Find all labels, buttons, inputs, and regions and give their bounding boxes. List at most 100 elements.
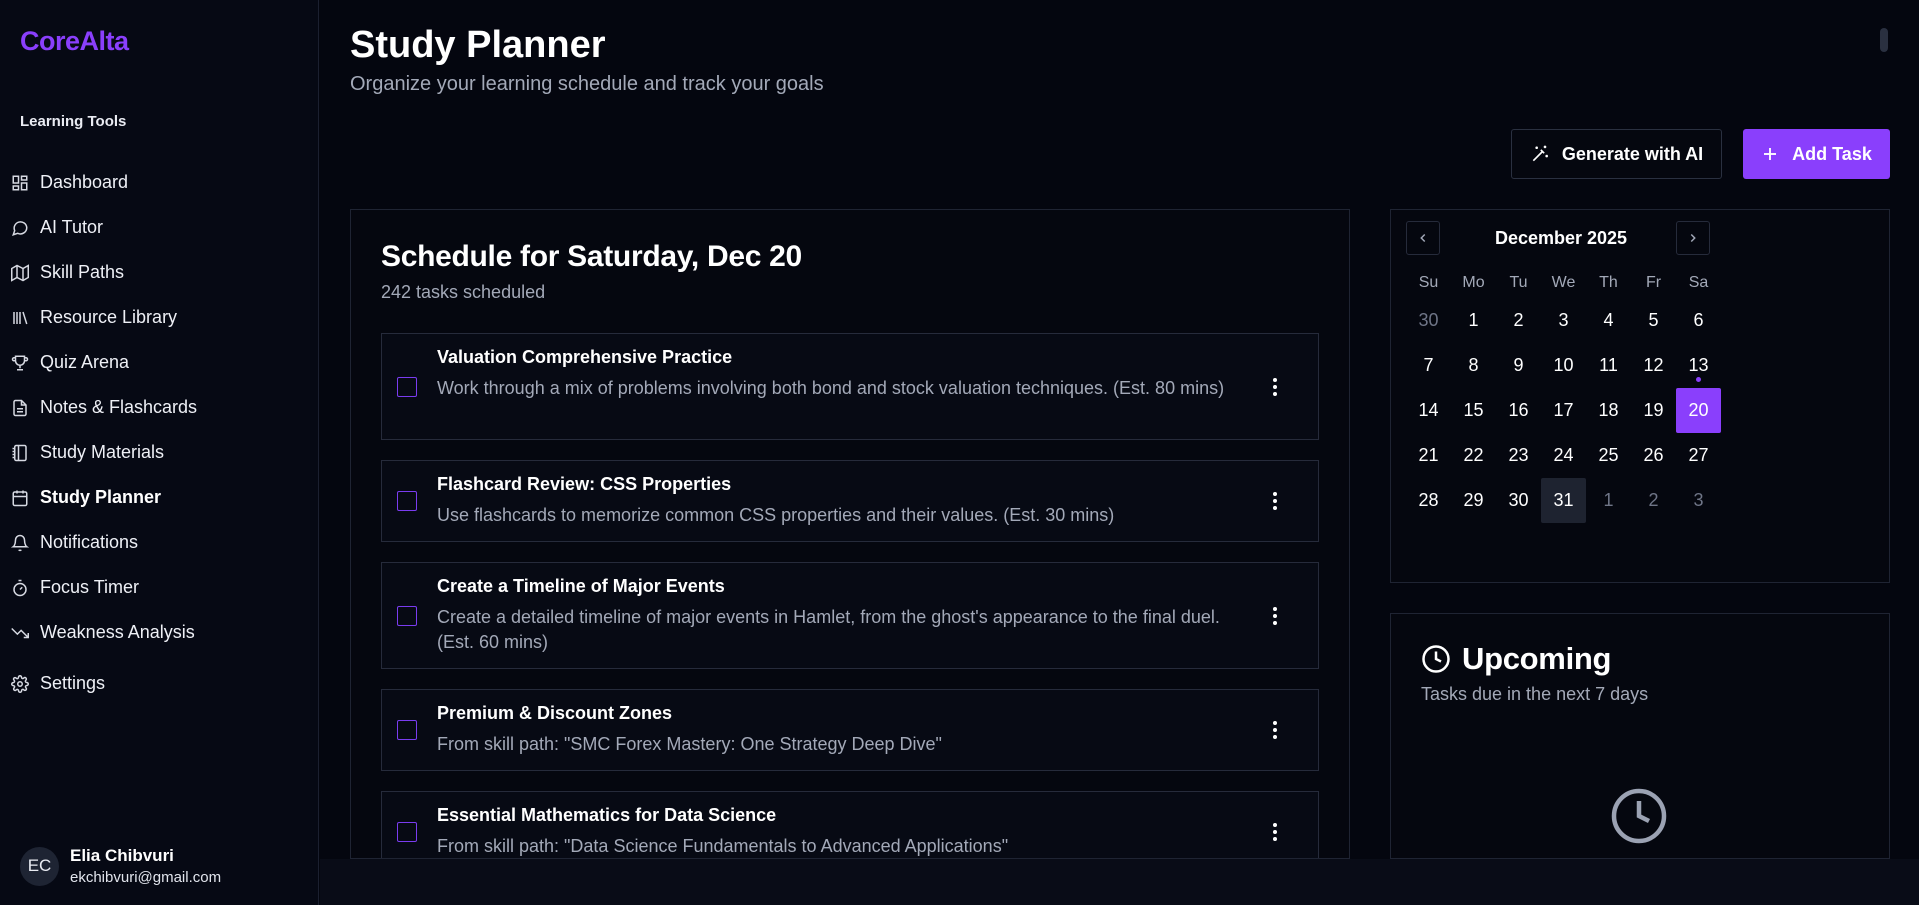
sidebar-item-notes-flashcards[interactable]: Notes & Flashcards <box>0 385 318 430</box>
task-description: From skill path: "SMC Forex Mastery: One… <box>437 734 942 754</box>
task-item[interactable]: Essential Mathematics for Data Science F… <box>381 791 1319 858</box>
sidebar-item-resource-library[interactable]: Resource Library <box>0 295 318 340</box>
calendar-day[interactable]: 21 <box>1406 433 1451 478</box>
task-description: Use flashcards to memorize common CSS pr… <box>437 505 1115 525</box>
task-title: Flashcard Review: CSS Properties <box>437 474 732 494</box>
more-options-icon[interactable] <box>1265 605 1285 627</box>
calendar-day[interactable]: 26 <box>1631 433 1676 478</box>
calendar-day[interactable]: 16 <box>1496 388 1541 433</box>
task-checkbox[interactable] <box>397 491 417 511</box>
calendar-day[interactable]: 1 <box>1451 298 1496 343</box>
notes-icon <box>13 399 27 416</box>
task-item[interactable]: Flashcard Review: CSS Properties Use fla… <box>381 460 1319 542</box>
calendar-day-number: 30 <box>1418 310 1439 330</box>
calendar-day[interactable]: 4 <box>1586 298 1631 343</box>
task-checkbox[interactable] <box>397 822 417 842</box>
calendar-day[interactable]: 1 <box>1586 478 1631 523</box>
sidebar-item-study-materials[interactable]: Study Materials <box>0 430 318 475</box>
next-month-button[interactable] <box>1676 221 1710 255</box>
calendar-day[interactable]: 3 <box>1676 478 1721 523</box>
calendar-day-number: 27 <box>1688 445 1709 465</box>
calendar-day[interactable]: 2 <box>1496 298 1541 343</box>
calendar-day[interactable]: 11 <box>1586 343 1631 388</box>
task-checkbox[interactable] <box>397 606 417 626</box>
add-task-button[interactable]: Add Task <box>1743 129 1890 179</box>
calendar-day[interactable]: 10 <box>1541 343 1586 388</box>
plus-icon <box>1764 148 1777 160</box>
calendar-day-number: 14 <box>1418 400 1439 420</box>
sidebar-item-label: Quiz Arena <box>40 352 130 372</box>
more-options-icon[interactable] <box>1265 719 1285 741</box>
calendar-day-selected[interactable]: 20 <box>1676 388 1721 433</box>
task-list: Valuation Comprehensive Practice Work th… <box>381 333 1319 858</box>
page-title: Study Planner <box>350 24 606 66</box>
calendar-day-number: 2 <box>1648 490 1659 510</box>
sidebar-item-study-planner[interactable]: Study Planner <box>0 475 318 520</box>
trophy-icon <box>11 355 29 370</box>
sidebar-item-ai-tutor[interactable]: AI Tutor <box>0 205 318 250</box>
previous-month-button[interactable] <box>1406 221 1440 255</box>
calendar-day[interactable]: 6 <box>1676 298 1721 343</box>
sidebar-item-dashboard[interactable]: Dashboard <box>0 160 318 205</box>
calendar-day[interactable]: 7 <box>1406 343 1451 388</box>
calendar: December 2025 Su Mo Tu We Th Fr Sa 30 1 2 3… <box>1390 209 1890 583</box>
task-item[interactable]: Create a Timeline of Major Events Create… <box>381 562 1319 669</box>
calendar-day[interactable]: 15 <box>1451 388 1496 433</box>
magic-wand-icon <box>1532 145 1548 162</box>
user-profile[interactable]: EC Elia Chibvuri ekchibvuri@gmail.com <box>20 846 221 886</box>
task-checkbox[interactable] <box>397 377 417 397</box>
calendar-day[interactable]: 28 <box>1406 478 1451 523</box>
task-checkbox[interactable] <box>397 720 417 740</box>
more-options-icon[interactable] <box>1265 376 1285 398</box>
more-options-icon[interactable] <box>1265 490 1285 512</box>
add-task-label: Add Task <box>1792 143 1872 164</box>
calendar-day[interactable]: 18 <box>1586 388 1631 433</box>
calendar-day[interactable]: 22 <box>1451 433 1496 478</box>
calendar-day[interactable]: 30 <box>1406 298 1451 343</box>
calendar-day[interactable]: 2 <box>1631 478 1676 523</box>
sidebar-item-notifications[interactable]: Notifications <box>0 520 318 565</box>
sidebar-item-focus-timer[interactable]: Focus Timer <box>0 565 318 610</box>
calendar-day[interactable]: 27 <box>1676 433 1721 478</box>
calendar-day-number: 2 <box>1513 310 1524 330</box>
task-title: Premium & Discount Zones <box>437 703 673 723</box>
sidebar-item-quiz-arena[interactable]: Quiz Arena <box>0 340 318 385</box>
task-item[interactable]: Valuation Comprehensive Practice Work th… <box>381 333 1319 440</box>
calendar-day[interactable]: 5 <box>1631 298 1676 343</box>
calendar-day-number: 21 <box>1418 445 1439 465</box>
calendar-day[interactable]: 14 <box>1406 388 1451 433</box>
sidebar-item-settings[interactable]: Settings <box>0 661 318 706</box>
calendar-day[interactable]: 30 <box>1496 478 1541 523</box>
weekday-label: Sa <box>1688 274 1709 291</box>
sidebar-item-label: Notifications <box>40 532 139 552</box>
generate-with-ai-button[interactable]: Generate with AI <box>1511 129 1722 179</box>
page-subtitle: Organize your learning schedule and trac… <box>350 73 824 95</box>
calendar-day[interactable]: 8 <box>1451 343 1496 388</box>
user-email: ekchibvuri@gmail.com <box>70 869 222 886</box>
task-item[interactable]: Premium & Discount Zones From skill path… <box>381 689 1319 771</box>
calendar-day[interactable]: 29 <box>1451 478 1496 523</box>
calendar-day[interactable]: 19 <box>1631 388 1676 433</box>
brand-logo[interactable]: CoreAlta <box>20 26 129 57</box>
calendar-day[interactable]: 3 <box>1541 298 1586 343</box>
scrollbar-thumb[interactable] <box>1880 28 1888 52</box>
calendar-day[interactable]: 9 <box>1496 343 1541 388</box>
sidebar-item-skill-paths[interactable]: Skill Paths <box>0 250 318 295</box>
calendar-day[interactable]: 17 <box>1541 388 1586 433</box>
task-title: Create a Timeline of Major Events <box>437 576 725 596</box>
calendar-day-today[interactable]: 31 <box>1541 478 1586 523</box>
weekday-label: Su <box>1418 274 1439 291</box>
calendar-day[interactable]: 25 <box>1586 433 1631 478</box>
calendar-day[interactable]: 23 <box>1496 433 1541 478</box>
calendar-day-number: 19 <box>1643 400 1664 420</box>
sidebar-item-weakness-analysis[interactable]: Weakness Analysis <box>0 610 318 655</box>
calendar-grid: Su Mo Tu We Th Fr Sa 30 1 2 3 4 5 6 7 8 9 10 11 12 13… <box>1406 268 1722 523</box>
calendar-day-number: 17 <box>1553 400 1574 420</box>
calendar-day[interactable]: 24 <box>1541 433 1586 478</box>
calendar-day[interactable]: 12 <box>1631 343 1676 388</box>
calendar-day-number: 5 <box>1648 310 1659 330</box>
more-options-icon[interactable] <box>1265 821 1285 843</box>
calendar-day[interactable]: 13 <box>1676 343 1721 388</box>
calendar-day-number: 29 <box>1463 490 1484 510</box>
calendar-day-number: 20 <box>1688 400 1709 420</box>
